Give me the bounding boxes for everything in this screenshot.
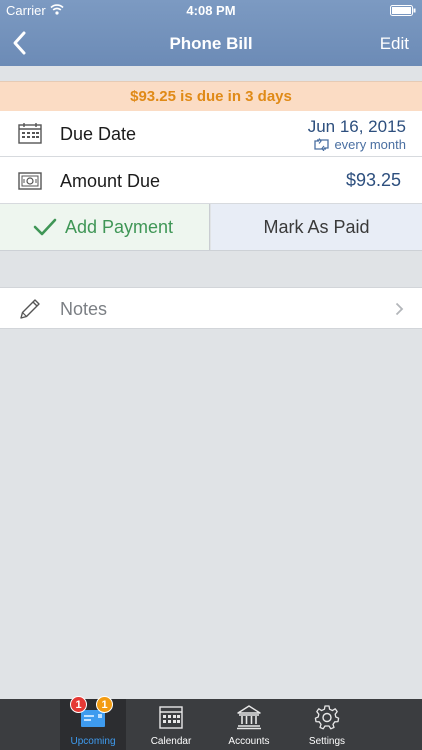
repeat-icon: [314, 138, 330, 151]
tab-settings[interactable]: Settings: [294, 699, 360, 750]
tab-bar: 1 1 Upcoming Calendar Accounts Settings: [0, 696, 422, 750]
calendar-icon: [18, 123, 42, 144]
due-date-value: Jun 16, 2015: [307, 117, 406, 136]
amount-due-label: Amount Due: [60, 171, 161, 191]
pencil-icon: [20, 299, 40, 319]
due-date-label: Due Date: [60, 124, 137, 144]
tab-calendar[interactable]: Calendar: [138, 699, 204, 750]
add-payment-button[interactable]: Add Payment: [0, 204, 210, 250]
amount-due-value: $93.25: [345, 170, 401, 190]
header: Carrier 4:08 PM Phone Bill Edit: [0, 0, 422, 66]
page-title: Phone Bill: [169, 34, 253, 53]
chevron-right-icon: [395, 302, 404, 316]
navigation-bar: Phone Bill Edit: [0, 20, 422, 66]
repeat-text: every month: [334, 137, 406, 152]
amount-due-row[interactable]: Amount Due $93.25: [0, 157, 422, 204]
status-time: 4:08 PM: [186, 3, 236, 18]
notes-label: Notes: [60, 299, 108, 319]
mark-as-paid-button[interactable]: Mark As Paid: [211, 204, 422, 250]
tab-upcoming-label: Upcoming: [70, 736, 116, 747]
checkmark-icon: [33, 218, 57, 236]
add-payment-label: Add Payment: [65, 217, 174, 237]
status-bar: Carrier 4:08 PM: [0, 0, 422, 20]
tab-upcoming[interactable]: 1 1 Upcoming: [60, 696, 126, 750]
bank-icon: [237, 705, 261, 730]
repeat-info: every month: [313, 137, 406, 152]
upcoming-badge-red: 1: [70, 696, 87, 713]
due-banner: $93.25 is due in 3 days: [0, 81, 422, 111]
action-buttons: Add Payment Mark As Paid: [0, 204, 422, 251]
edit-button[interactable]: Edit: [380, 34, 409, 54]
tab-accounts-label: Accounts: [228, 736, 270, 747]
upcoming-badge-orange: 1: [96, 696, 113, 713]
tab-settings-label: Settings: [308, 736, 346, 747]
tab-accounts[interactable]: Accounts: [216, 699, 282, 750]
calendar-icon: [159, 706, 183, 729]
gear-icon: [314, 705, 340, 730]
battery-icon: [390, 5, 416, 16]
notes-row[interactable]: Notes: [0, 287, 422, 329]
tab-calendar-label: Calendar: [150, 736, 192, 747]
money-icon: [18, 172, 42, 190]
due-date-row[interactable]: Due Date Jun 16, 2015 every month: [0, 111, 422, 157]
